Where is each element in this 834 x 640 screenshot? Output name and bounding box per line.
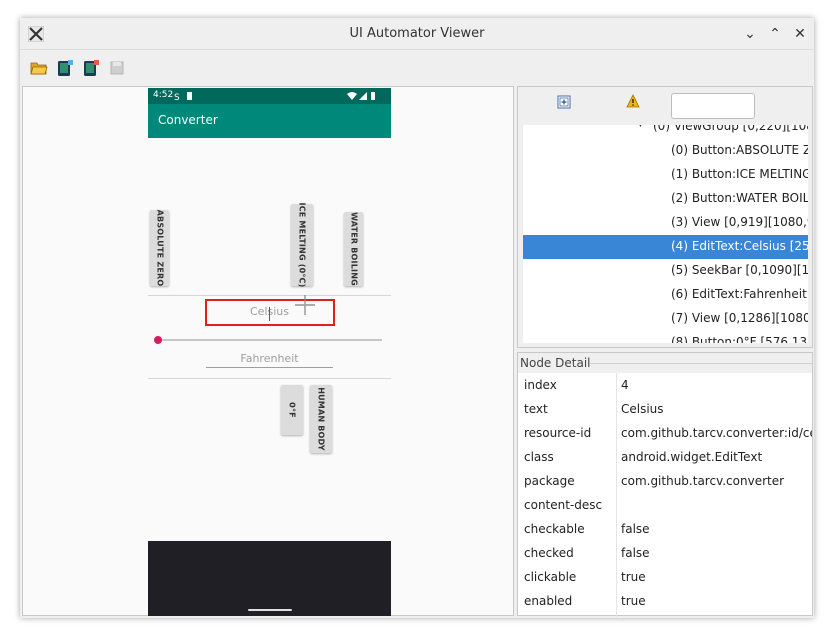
tree-search-input[interactable] (671, 93, 755, 119)
folder-open-icon[interactable] (30, 59, 48, 77)
window-title: UI Automator Viewer (349, 26, 485, 41)
zero-f-button[interactable]: 0°F (281, 385, 303, 435)
divider-bottom (148, 378, 391, 379)
home-pill[interactable] (248, 609, 292, 611)
status-time: 4:52 (153, 90, 174, 100)
tree-row[interactable]: (6) EditText:Fahrenheit [ (523, 283, 808, 307)
absolute-zero-button[interactable]: ABSOLUTE ZERO (150, 210, 169, 286)
hierarchy-tree[interactable]: ▼ (0) ViewGroup [0,220][1080 (0) Button:… (523, 125, 808, 343)
navigation-bar (148, 541, 391, 616)
detail-row[interactable]: index 4 (518, 373, 812, 397)
detail-row[interactable]: checkable false (518, 517, 812, 541)
detail-row[interactable]: text Celsius (518, 397, 812, 421)
device-screen[interactable]: 4:52 S Converter ABSOLUTE ZERO ICE MELTI… (148, 88, 391, 616)
tree-row[interactable]: (0) Button:ABSOLUTE ZE (523, 139, 808, 163)
status-bar: 4:52 S (148, 88, 391, 104)
title-bar: UI Automator Viewer ⌄ ⌃ ✕ (20, 18, 814, 50)
detail-row[interactable]: package com.github.tarcv.converter (518, 469, 812, 493)
detail-row[interactable]: content-desc (518, 493, 812, 517)
seek-thumb[interactable] (154, 336, 162, 344)
detail-row[interactable]: clickable true (518, 565, 812, 589)
human-body-button[interactable]: HUMAN BODY (310, 385, 332, 453)
fahrenheit-input[interactable]: Fahrenheit (206, 352, 333, 368)
detail-row[interactable]: class android.widget.EditText (518, 445, 812, 469)
device-screenshot-panel[interactable]: 4:52 S Converter ABSOLUTE ZERO ICE MELTI… (22, 86, 514, 616)
warning-icon[interactable] (626, 94, 640, 108)
collapse-arrow-icon[interactable]: ▼ (637, 125, 644, 129)
device-screenshot-icon[interactable] (56, 59, 74, 77)
status-notification-icons: S (174, 92, 192, 101)
seek-track[interactable] (158, 339, 382, 341)
water-boiling-button[interactable]: WATER BOILING (344, 212, 363, 286)
node-detail-header: Node Detail (518, 353, 812, 373)
tree-row[interactable]: (5) SeekBar [0,1090][108 (523, 259, 808, 283)
detail-row[interactable]: enabled true (518, 589, 812, 613)
app-title: Converter (158, 113, 218, 127)
tree-row[interactable]: (8) Button:0°F [576,1311 (523, 331, 808, 343)
close-button[interactable]: ✕ (790, 24, 810, 44)
maximize-button[interactable]: ⌃ (765, 24, 785, 44)
node-detail-title: Node Detail (520, 356, 591, 370)
app-bar: Converter (148, 104, 391, 138)
tree-row[interactable]: (2) Button:WATER BOILI (523, 187, 808, 211)
status-signal-icons (347, 92, 375, 100)
toolbar (20, 50, 814, 86)
svg-text:S: S (174, 93, 180, 101)
header-rule (590, 363, 812, 364)
minimize-button[interactable]: ⌄ (740, 24, 760, 44)
tree-row[interactable]: ▼ (0) ViewGroup [0,220][1080 (523, 125, 808, 139)
expand-all-icon[interactable] (557, 95, 571, 109)
tree-row[interactable]: (3) View [0,919][1080,92 (523, 211, 808, 235)
device-screenshot-compressed-icon[interactable] (82, 59, 100, 77)
detail-row[interactable]: resource-id com.github.tarcv.converter:id… (518, 421, 812, 445)
crosshair-cursor-icon (295, 295, 315, 315)
detail-row[interactable]: checked false (518, 541, 812, 565)
divider-top (148, 295, 391, 296)
ice-melting-button[interactable]: ICE MELTING (0°C) (291, 203, 313, 287)
tree-row-selected[interactable]: (4) EditText:Celsius [250 (523, 235, 808, 259)
hierarchy-panel: ▼ (0) ViewGroup [0,220][1080 (0) Button:… (517, 86, 813, 348)
hierarchy-toolbar (518, 87, 812, 125)
app-window: UI Automator Viewer ⌄ ⌃ ✕ 4:52 S Convert… (20, 18, 814, 618)
save-icon (110, 61, 124, 75)
tree-row[interactable]: (1) Button:ICE MELTING (523, 163, 808, 187)
node-detail-panel: Node Detail index 4 text Celsius resource-… (517, 352, 813, 617)
tree-row[interactable]: (7) View [0,1286][1080,1 (523, 307, 808, 331)
